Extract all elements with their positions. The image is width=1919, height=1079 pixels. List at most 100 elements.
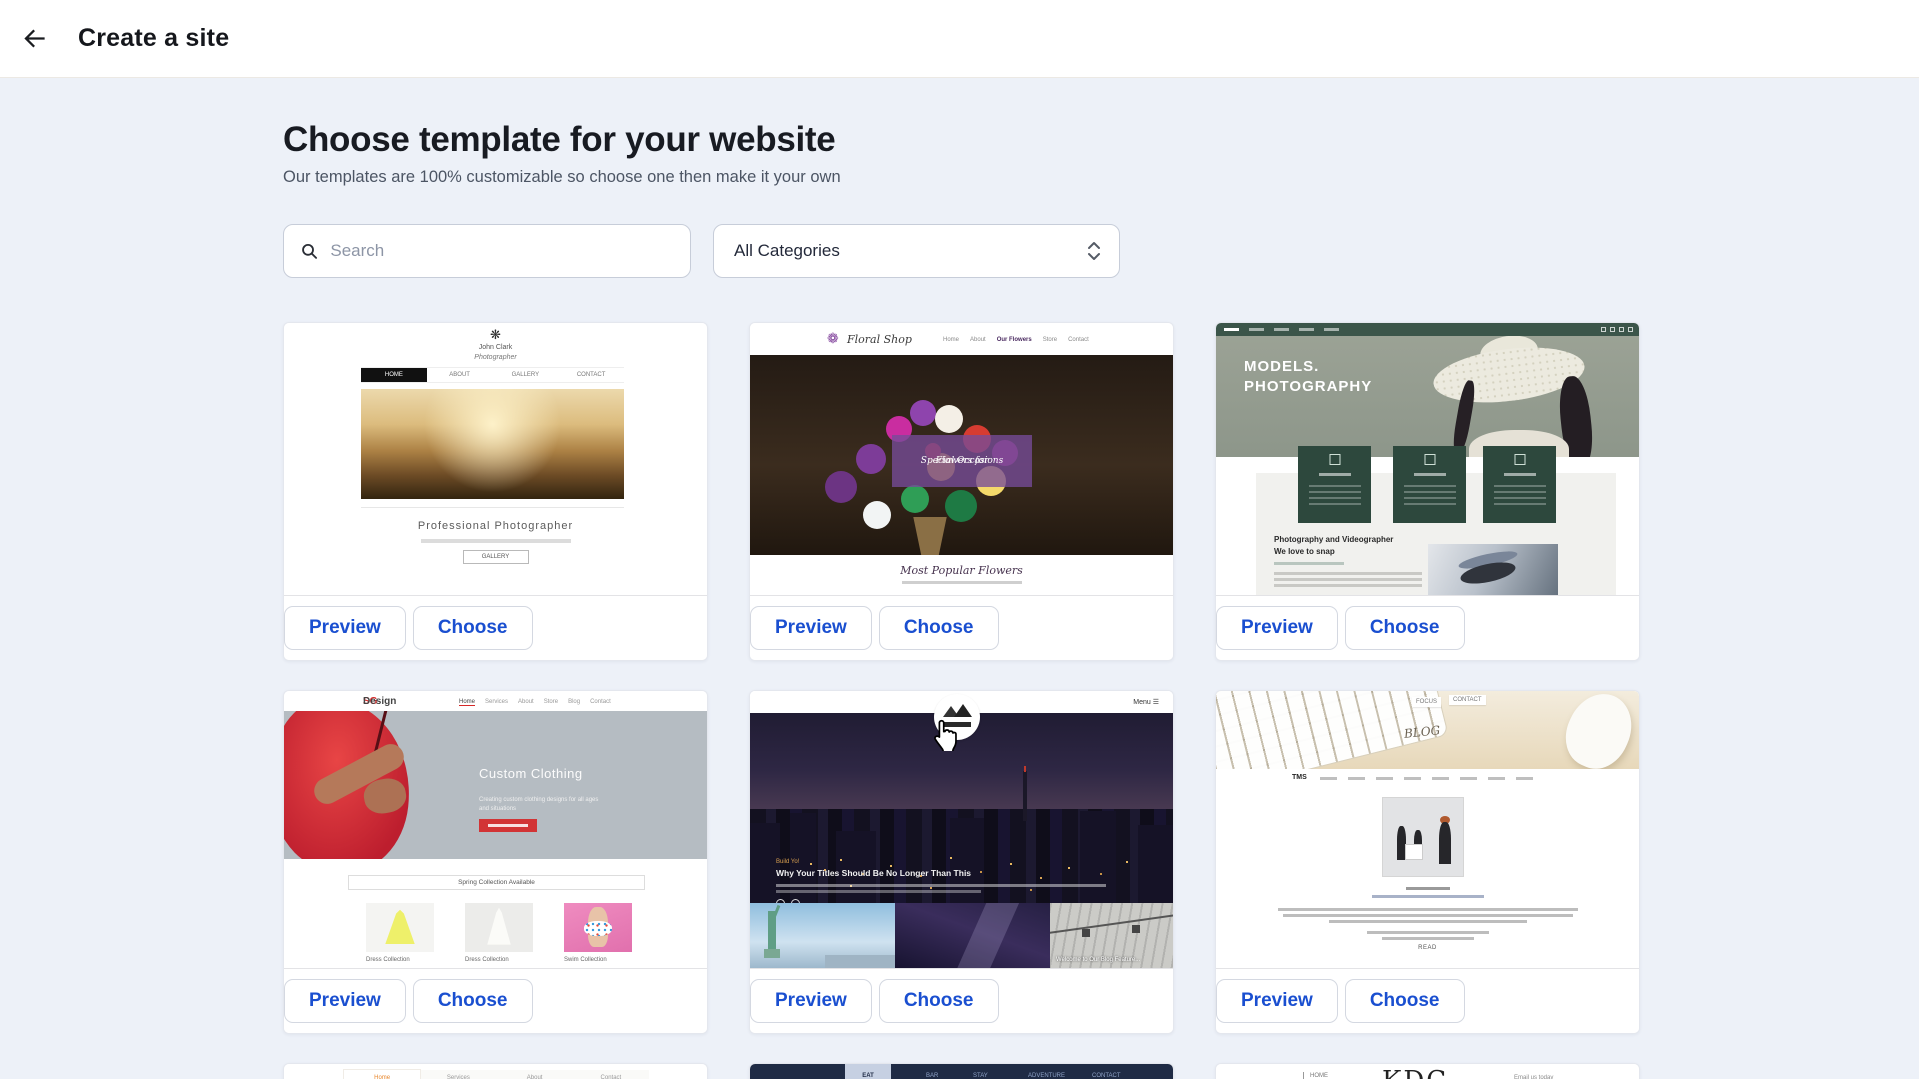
text-bar — [1406, 887, 1450, 890]
product-label: Dress Collection — [465, 957, 533, 963]
search-box[interactable] — [283, 224, 691, 278]
card-actions: Preview Choose — [284, 595, 707, 660]
mini-nav-item: GALLERY — [493, 368, 559, 382]
card-actions: Preview Choose — [750, 595, 1173, 660]
mini-cta-button: GALLERY — [463, 550, 529, 564]
text-bar — [1274, 562, 1344, 565]
template-thumbnail: FOCUS CONTACT BLOG TMS — [1216, 691, 1639, 968]
filter-controls: All Categories — [283, 224, 1640, 278]
mini-nav-items — [1320, 777, 1533, 780]
template-thumbnail: Menu ☰ Build Yo! — [750, 691, 1173, 968]
mini-nav-item: Store — [1043, 337, 1057, 343]
mini-site-brand: TMS — [1292, 774, 1307, 781]
mini-kicker: Build Yo! — [776, 859, 799, 865]
mini-section-heading: Most Popular Flowers — [750, 564, 1173, 577]
doc-icon — [1329, 454, 1340, 465]
search-input[interactable] — [330, 241, 674, 261]
template-card-floral-shop: ❁ Floral Shop Home About Our Flowers Sto… — [749, 322, 1174, 661]
hero-photo: Custom Clothing Creating custom clothing… — [284, 711, 707, 859]
preview-button[interactable]: Preview — [284, 979, 406, 1023]
mini-nav-item: HOME — [361, 368, 427, 382]
choose-button[interactable]: Choose — [879, 979, 999, 1023]
mini-site-heading: MODELS. — [1244, 358, 1319, 375]
photo-caption: Welcome to Our Blog Feature... — [1056, 957, 1140, 963]
nyc-skyline-photo: Build Yo! Why Your Titles Should Be No L… — [750, 713, 1173, 903]
mini-nav-item-active: EAT — [845, 1064, 891, 1079]
mini-nav: Home Services About Store Blog Contact — [459, 699, 611, 706]
card-actions: Preview Choose — [1216, 595, 1639, 660]
template-card-sg-design: SG Design Home Services About Store Blog… — [283, 690, 708, 1034]
choose-button[interactable]: Choose — [1345, 606, 1465, 650]
choose-button[interactable]: Choose — [413, 606, 533, 650]
mini-nav-item: About — [970, 337, 986, 343]
preview-button[interactable]: Preview — [1216, 979, 1338, 1023]
mini-nav-item: HOME — [1310, 1073, 1328, 1079]
mini-site-subtext: and situations — [479, 806, 516, 812]
template-thumbnail: ❁ Floral Shop Home About Our Flowers Sto… — [750, 323, 1173, 595]
mini-nav-item: Store — [544, 699, 558, 706]
template-card-partial: Home Services About Contact — [283, 1063, 708, 1079]
night-sky-photo — [895, 903, 1050, 968]
preview-button[interactable]: Preview — [1216, 606, 1338, 650]
text-bar — [1278, 908, 1578, 911]
mini-site-heading: Why Your Titles Should Be No Longer Than… — [776, 868, 971, 878]
template-thumbnail: MODELS. PHOTOGRAPHY Photography and Vide… — [1216, 323, 1639, 595]
mini-nav: EAT BAR STAY ADVENTURE CONTACT — [750, 1064, 1173, 1079]
nav-chip: CONTACT — [1449, 695, 1486, 705]
text-bar — [776, 890, 981, 893]
product-tile — [366, 903, 434, 952]
mini-nav-item: ABOUT — [427, 368, 493, 382]
mini-nav: Home Services About Contact — [344, 1070, 649, 1079]
template-thumbnail: Home Services About Contact — [284, 1064, 707, 1079]
text-bar — [1329, 920, 1527, 923]
keyboard-desk-photo: FOCUS CONTACT BLOG — [1216, 691, 1639, 769]
category-dropdown[interactable]: All Categories — [713, 224, 1120, 278]
hero-photo: MODELS. PHOTOGRAPHY — [1216, 336, 1639, 457]
makeup-photo — [1428, 544, 1558, 595]
template-card-partial: EAT BAR STAY ADVENTURE CONTACT — [749, 1063, 1174, 1079]
template-grid: ❋ John Clark Photographer HOME ABOUT GAL… — [283, 322, 1640, 1079]
mini-site-brand: John Clark — [284, 344, 707, 351]
mini-nav-items — [1224, 328, 1339, 331]
choose-button[interactable]: Choose — [413, 979, 533, 1023]
mini-site-heading: Custom Clothing — [479, 766, 583, 781]
image-icon — [1424, 454, 1435, 465]
preview-button[interactable]: Preview — [284, 606, 406, 650]
social-icons — [1601, 327, 1633, 332]
mini-nav: HOME ABOUT GALLERY CONTACT — [361, 367, 624, 383]
mini-section-heading: Photography and Videographer — [1274, 535, 1393, 544]
mouse — [1555, 691, 1639, 769]
search-icon — [300, 241, 318, 261]
mini-nav-item: About — [518, 699, 534, 706]
template-card-models-photography: MODELS. PHOTOGRAPHY Photography and Vide… — [1215, 322, 1640, 661]
mini-nav-item: About — [497, 1070, 573, 1079]
preview-button[interactable]: Preview — [750, 606, 872, 650]
camera-icon — [1514, 454, 1525, 465]
mini-nav-item: Contact — [573, 1070, 649, 1079]
template-card-photographer: ❋ John Clark Photographer HOME ABOUT GAL… — [283, 322, 708, 661]
nav-chip: FOCUS — [1412, 697, 1441, 707]
swimsuit — [584, 921, 612, 936]
mini-nav-item: Home — [459, 699, 475, 706]
template-thumbnail: EAT BAR STAY ADVENTURE CONTACT — [750, 1064, 1173, 1079]
feature-card — [1393, 446, 1466, 523]
text-bar — [902, 581, 1022, 584]
product-label: Swim Collection — [564, 957, 632, 963]
mini-section-heading: We love to snap — [1274, 547, 1335, 556]
choose-button[interactable]: Choose — [879, 606, 999, 650]
mini-site-brand: Floral Shop — [847, 333, 912, 346]
vase — [908, 517, 952, 555]
back-button[interactable] — [14, 19, 54, 59]
template-thumbnail: ❋ John Clark Photographer HOME ABOUT GAL… — [284, 323, 707, 595]
choose-button[interactable]: Choose — [1345, 979, 1465, 1023]
mini-nav-item: Home — [344, 1070, 420, 1079]
skyscraper-spire — [1023, 771, 1027, 821]
product-label: Dress Collection — [366, 957, 434, 963]
preview-button[interactable]: Preview — [750, 979, 872, 1023]
overlay-text: Special Occasions — [921, 456, 1003, 466]
mini-nav-item: Contact — [1068, 337, 1089, 343]
template-card-partial: HOME ABOUT KDC Email us today — [1215, 1063, 1640, 1079]
mini-nav-item: Services — [420, 1070, 496, 1079]
statue-of-liberty-photo — [750, 903, 895, 968]
mini-nav-item: ADVENTURE — [1028, 1073, 1065, 1079]
